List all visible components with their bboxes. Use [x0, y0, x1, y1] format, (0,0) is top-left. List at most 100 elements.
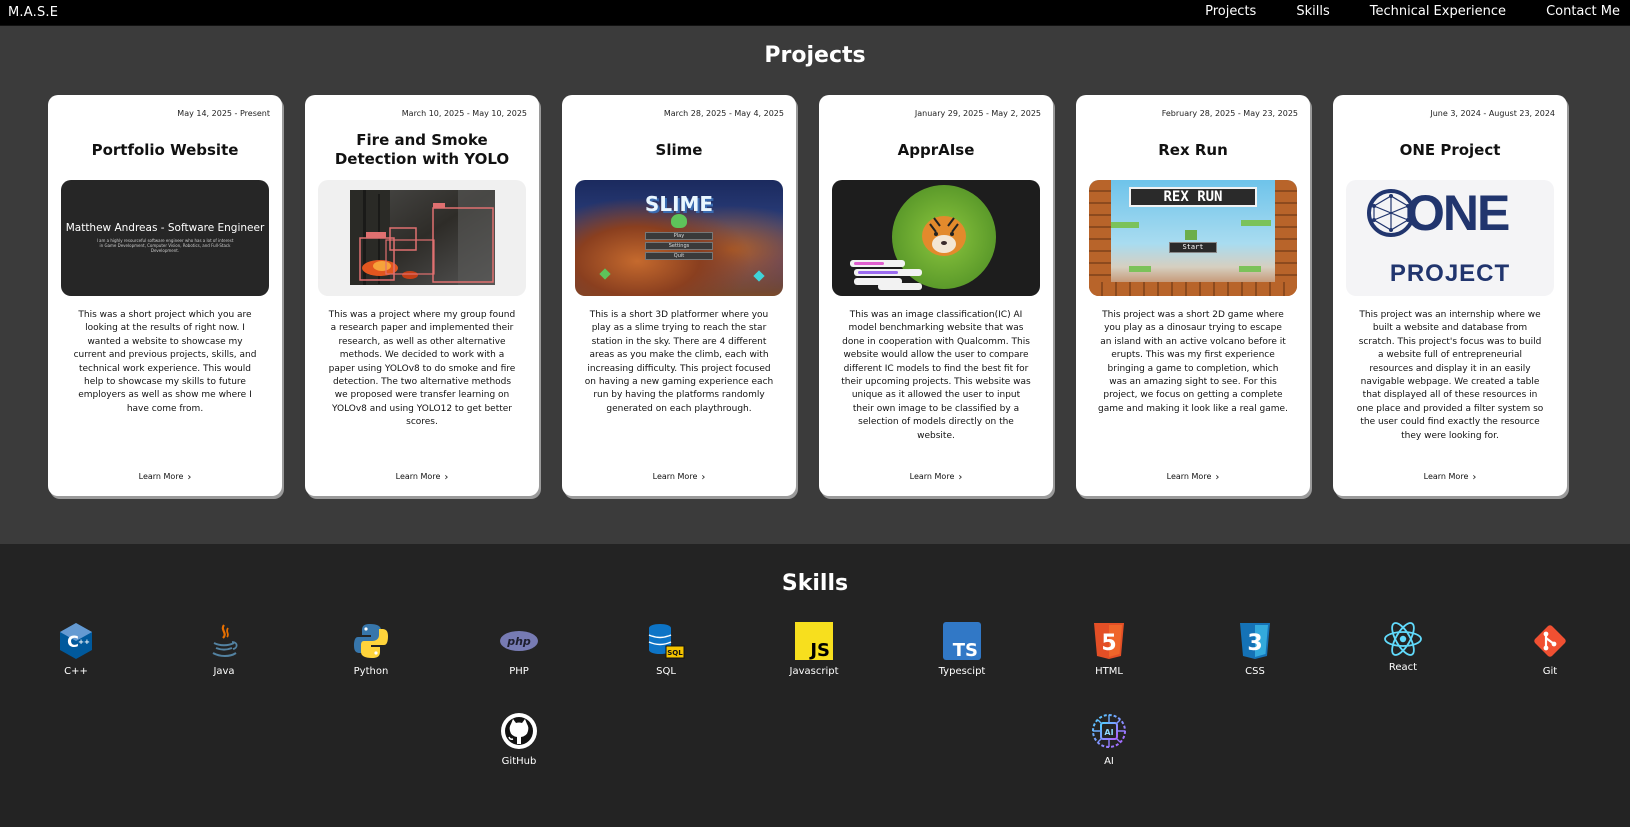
- portfolio-image-subtext: I am a highly resourceful software engin…: [96, 238, 234, 253]
- learn-more-link[interactable]: Learn More ›: [48, 472, 282, 483]
- skill-github: GitHub: [464, 712, 574, 767]
- project-date: May 14, 2025 - Present: [177, 109, 270, 118]
- gem-icon: [599, 268, 611, 280]
- skill-label: C++: [64, 666, 88, 677]
- gem-icon: [753, 270, 765, 282]
- project-image-appraise: [832, 180, 1040, 296]
- project-card-portfolio-website[interactable]: May 14, 2025 - Present Portfolio Website…: [48, 95, 282, 496]
- svg-text:TS: TS: [953, 640, 978, 660]
- skill-sql: SQL SQL: [611, 622, 721, 677]
- project-image-slime: SLIME Play Settings Quit: [575, 180, 783, 296]
- project-date: March 10, 2025 - May 10, 2025: [401, 109, 527, 118]
- react-icon: [1384, 622, 1422, 656]
- project-image-one-project: ONE PROJECT: [1346, 180, 1554, 296]
- skill-label: HTML: [1095, 666, 1123, 677]
- portfolio-image-heading: Matthew Andreas - Software Engineer: [65, 222, 265, 234]
- skill-git: Git: [1495, 622, 1605, 677]
- skill-label: Javascript: [789, 666, 839, 677]
- brick-wall-left: [1089, 180, 1111, 296]
- skill-label: React: [1388, 662, 1418, 673]
- skill-label: Typescipt: [938, 666, 986, 677]
- project-card-fire-smoke-detection[interactable]: March 10, 2025 - May 10, 2025 Fire and S…: [305, 95, 539, 496]
- project-card-one-project[interactable]: June 3, 2024 - August 23, 2024 ONE Proje…: [1333, 95, 1567, 496]
- rex-run-logo-text: REX RUN: [1129, 187, 1257, 207]
- chevron-right-icon: ›: [958, 472, 963, 483]
- svg-text:5: 5: [1101, 631, 1116, 656]
- nav-link-skills[interactable]: Skills: [1296, 4, 1329, 19]
- typescript-icon: TS: [943, 622, 981, 660]
- svg-text:C: C: [67, 632, 79, 651]
- slime-character: [671, 214, 687, 228]
- project-card-appraise[interactable]: January 29, 2025 - May 2, 2025 ApprAIse: [819, 95, 1053, 496]
- platform: [1239, 266, 1261, 272]
- learn-more-link[interactable]: Learn More ›: [562, 472, 796, 483]
- slime-logo-text: SLIME: [644, 192, 714, 216]
- svg-text:3: 3: [1247, 631, 1262, 656]
- nav-link-contact-me[interactable]: Contact Me: [1546, 4, 1620, 19]
- skill-ai: AI AI: [1054, 712, 1164, 767]
- top-navbar: M.A.S.E Projects Skills Technical Experi…: [0, 0, 1630, 26]
- tiger-classification-graphic: [850, 185, 996, 290]
- project-description: This project was an internship where we …: [1356, 310, 1544, 441]
- skill-label: AI: [1104, 756, 1114, 767]
- project-card-rex-run[interactable]: February 28, 2025 - May 23, 2025 Rex Run…: [1076, 95, 1310, 496]
- project-description: This was an image classification(IC) AI …: [841, 310, 1031, 441]
- css3-icon: 3: [1240, 623, 1270, 659]
- skill-react: React: [1348, 622, 1458, 673]
- projects-heading: Projects: [764, 43, 866, 68]
- project-title: Fire and Smoke Detection with YOLO: [334, 131, 510, 168]
- platform: [1241, 220, 1271, 226]
- skill-label: CSS: [1245, 666, 1265, 677]
- nav-links: Projects Skills Technical Experience Con…: [1205, 4, 1620, 19]
- javascript-icon: JS: [795, 622, 833, 660]
- skill-label: Python: [353, 666, 389, 677]
- brand-logo-text[interactable]: M.A.S.E: [8, 5, 58, 20]
- project-image-rex-run: REX RUN Start: [1089, 180, 1297, 296]
- learn-more-label: Learn More: [1423, 472, 1469, 481]
- python-icon: [354, 624, 388, 658]
- learn-more-label: Learn More: [1166, 472, 1212, 481]
- one-logo-text: ONE: [1406, 185, 1510, 241]
- skill-label: Java: [213, 666, 235, 677]
- nav-link-projects[interactable]: Projects: [1205, 4, 1256, 19]
- rex-run-start-button: Start: [1169, 242, 1217, 253]
- nav-link-technical-experience[interactable]: Technical Experience: [1370, 4, 1506, 19]
- skills-section: Skills C ++ C++ Java Python php PHP SQL …: [0, 544, 1630, 827]
- git-icon: [1534, 625, 1566, 657]
- learn-more-link[interactable]: Learn More ›: [305, 472, 539, 483]
- project-description: This was a short project which you are l…: [73, 310, 257, 414]
- platform: [1111, 222, 1139, 228]
- brick-ground: [1089, 282, 1297, 296]
- dinosaur-sprite: [1185, 230, 1197, 240]
- svg-text:SQL: SQL: [667, 649, 683, 657]
- skill-java: Java: [169, 622, 279, 677]
- brick-wall-right: [1275, 180, 1297, 296]
- learn-more-label: Learn More: [138, 472, 184, 481]
- skill-javascript: JS Javascript: [759, 622, 869, 677]
- project-title: ONE Project: [1399, 140, 1501, 159]
- svg-text:php: php: [506, 635, 531, 648]
- skills-heading: Skills: [781, 571, 849, 596]
- project-logo-text: PROJECT: [1389, 260, 1511, 287]
- project-title: Rex Run: [1158, 140, 1228, 159]
- cplusplus-icon: C ++: [60, 623, 92, 659]
- learn-more-link[interactable]: Learn More ›: [1076, 472, 1310, 483]
- skill-typescript: TS Typescipt: [907, 622, 1017, 677]
- chevron-right-icon: ›: [187, 472, 192, 483]
- platform: [1129, 266, 1151, 272]
- chevron-right-icon: ›: [701, 472, 706, 483]
- project-date: January 29, 2025 - May 2, 2025: [914, 109, 1041, 118]
- learn-more-link[interactable]: Learn More ›: [819, 472, 1053, 483]
- slime-menu-play: Play: [645, 232, 713, 240]
- learn-more-label: Learn More: [909, 472, 955, 481]
- skill-cplusplus: C ++ C++: [21, 622, 131, 677]
- project-description: This was a project where my group found …: [328, 310, 516, 428]
- project-card-slime[interactable]: March 28, 2025 - May 4, 2025 Slime SLIME…: [562, 95, 796, 496]
- project-image-portfolio: Matthew Andreas - Software Engineer I am…: [61, 180, 269, 296]
- project-image-fire-detection: [318, 180, 526, 296]
- chevron-right-icon: ›: [444, 472, 449, 483]
- skill-label: PHP: [509, 666, 529, 677]
- skill-html: 5 HTML: [1054, 622, 1164, 677]
- svg-text:JS: JS: [808, 640, 830, 660]
- learn-more-link[interactable]: Learn More ›: [1333, 472, 1567, 483]
